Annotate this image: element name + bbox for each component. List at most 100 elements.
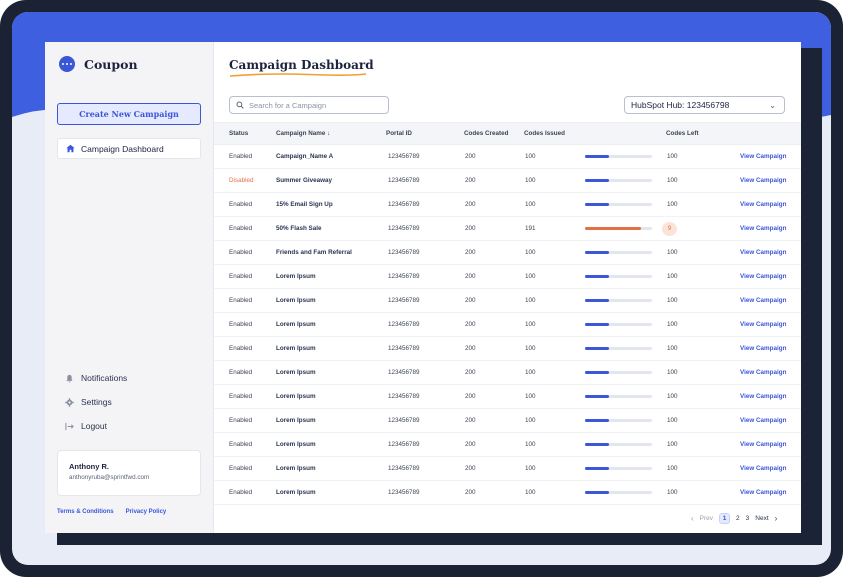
- status-cell: Enabled: [229, 153, 253, 160]
- prev-button[interactable]: Prev: [700, 515, 713, 522]
- progress-fill: [585, 323, 610, 326]
- codes-created-cell: 200: [465, 177, 476, 184]
- progress-bar: [585, 347, 652, 350]
- codes-issued-cell: 100: [525, 153, 536, 160]
- page-2-button[interactable]: 2: [736, 515, 740, 522]
- codes-issued-cell: 100: [525, 249, 536, 256]
- view-campaign-link[interactable]: View Campaign: [740, 441, 786, 448]
- view-campaign-link[interactable]: View Campaign: [740, 369, 786, 376]
- brand[interactable]: Coupon: [59, 56, 138, 72]
- codes-created-cell: 200: [465, 249, 476, 256]
- table-row: Enabled Lorem Ipsum 123456789 200 100 100 View…: [214, 289, 801, 313]
- codes-issued-cell: 100: [525, 273, 536, 280]
- device-frame: Coupon Create New Campaign Campaign Dash…: [0, 0, 843, 577]
- search-field[interactable]: [229, 96, 389, 114]
- sidebar-item-notifications[interactable]: Notifications: [65, 373, 127, 383]
- column-header[interactable]: Codes Created: [464, 130, 508, 137]
- view-campaign-link[interactable]: View Campaign: [740, 345, 786, 352]
- table-row: Enabled Lorem Ipsum 123456789 200 100 100 View…: [214, 337, 801, 361]
- codes-left-badge: 9: [662, 222, 677, 236]
- next-button[interactable]: Next: [755, 515, 768, 522]
- view-campaign-link[interactable]: View Campaign: [740, 297, 786, 304]
- column-header[interactable]: Campaign Name ↓: [276, 130, 330, 137]
- view-campaign-link[interactable]: View Campaign: [740, 393, 786, 400]
- progress-fill: [585, 395, 610, 398]
- progress-fill: [585, 155, 610, 158]
- progress-fill: [585, 371, 610, 374]
- view-campaign-link[interactable]: View Campaign: [740, 417, 786, 424]
- view-campaign-link[interactable]: View Campaign: [740, 153, 786, 160]
- portal-id-cell: 123456789: [388, 321, 420, 328]
- portal-id-cell: 123456789: [388, 153, 420, 160]
- codes-left-cell: 100: [667, 441, 678, 448]
- view-campaign-link[interactable]: View Campaign: [740, 273, 786, 280]
- title-underline: [229, 73, 367, 77]
- sidebar-item-label: Logout: [81, 421, 107, 431]
- page-1-button[interactable]: 1: [719, 513, 731, 524]
- privacy-link[interactable]: Privacy Policy: [126, 509, 167, 515]
- sidebar-item-label: Notifications: [81, 373, 128, 383]
- codes-created-cell: 200: [465, 441, 476, 448]
- view-campaign-link[interactable]: View Campaign: [740, 249, 786, 256]
- search-input[interactable]: [249, 100, 379, 110]
- column-header[interactable]: Codes Left: [666, 130, 699, 137]
- user-name: Anthony R.: [69, 462, 109, 471]
- view-campaign-link[interactable]: View Campaign: [740, 225, 786, 232]
- campaign-name-cell: Lorem Ipsum: [276, 489, 316, 496]
- progress-bar: [585, 251, 652, 254]
- codes-left-cell: 100: [667, 201, 678, 208]
- search-icon: [236, 101, 244, 109]
- progress-fill: [585, 347, 610, 350]
- table-row: Enabled Lorem Ipsum 123456789 200 100 100 View…: [214, 409, 801, 433]
- status-cell: Enabled: [229, 273, 253, 280]
- table-row: Enabled Lorem Ipsum 123456789 200 100 100 View…: [214, 457, 801, 481]
- campaign-table: Status Campaign Name ↓ Portal ID Codes C…: [214, 122, 801, 505]
- table-row: Enabled Lorem Ipsum 123456789 200 100 100 View…: [214, 481, 801, 505]
- sidebar-item-logout[interactable]: Logout: [65, 421, 107, 431]
- status-cell: Enabled: [229, 465, 253, 472]
- codes-issued-cell: 100: [525, 177, 536, 184]
- pagination: ‹ Prev 1 2 3 Next ›: [691, 513, 777, 524]
- table-row: Enabled Lorem Ipsum 123456789 200 100 100 View…: [214, 361, 801, 385]
- prev-arrow-icon[interactable]: ‹: [691, 514, 694, 523]
- codes-created-cell: 200: [465, 201, 476, 208]
- hub-select-value: HubSpot Hub: 123456798: [631, 100, 730, 110]
- status-cell: Enabled: [229, 489, 253, 496]
- codes-issued-cell: 100: [525, 489, 536, 496]
- view-campaign-link[interactable]: View Campaign: [740, 321, 786, 328]
- main-content: Campaign Dashboard HubSpot Hub: 12345679…: [214, 42, 801, 533]
- view-campaign-link[interactable]: View Campaign: [740, 177, 786, 184]
- sidebar-item-settings[interactable]: Settings: [65, 397, 112, 407]
- portal-id-cell: 123456789: [388, 201, 420, 208]
- view-campaign-link[interactable]: View Campaign: [740, 201, 786, 208]
- codes-created-cell: 200: [465, 393, 476, 400]
- column-header[interactable]: Status: [229, 130, 248, 137]
- hub-select[interactable]: HubSpot Hub: 123456798 ⌄: [624, 96, 785, 114]
- create-campaign-button[interactable]: Create New Campaign: [57, 103, 201, 125]
- campaign-name-cell: Lorem Ipsum: [276, 417, 316, 424]
- page-3-button[interactable]: 3: [746, 515, 750, 522]
- next-arrow-icon[interactable]: ›: [775, 514, 778, 523]
- table-row: Enabled Lorem Ipsum 123456789 200 100 100 View…: [214, 313, 801, 337]
- progress-bar: [585, 395, 652, 398]
- user-card[interactable]: Anthony R. anthonyruba@sprintfwd.com: [57, 450, 201, 496]
- column-header[interactable]: Codes Issued: [524, 130, 565, 137]
- campaign-name-cell: Lorem Ipsum: [276, 393, 316, 400]
- codes-left-cell: 100: [667, 369, 678, 376]
- portal-id-cell: 123456789: [388, 225, 420, 232]
- terms-link[interactable]: Terms & Conditions: [57, 509, 114, 515]
- view-campaign-link[interactable]: View Campaign: [740, 465, 786, 472]
- progress-bar: [585, 467, 652, 470]
- screen: Coupon Create New Campaign Campaign Dash…: [12, 12, 831, 565]
- progress-fill: [585, 419, 610, 422]
- table-row: Enabled 50% Flash Sale 123456789 200 191 9 Vie…: [214, 217, 801, 241]
- progress-fill: [585, 299, 610, 302]
- codes-left-cell: 100: [667, 297, 678, 304]
- codes-created-cell: 200: [465, 345, 476, 352]
- sidebar-item-campaign-dashboard[interactable]: Campaign Dashboard: [57, 138, 201, 159]
- column-header[interactable]: Portal ID: [386, 130, 412, 137]
- progress-fill: [585, 491, 610, 494]
- sort-down-icon: ↓: [327, 130, 331, 137]
- campaign-name-cell: 15% Email Sign Up: [276, 201, 333, 208]
- view-campaign-link[interactable]: View Campaign: [740, 489, 786, 496]
